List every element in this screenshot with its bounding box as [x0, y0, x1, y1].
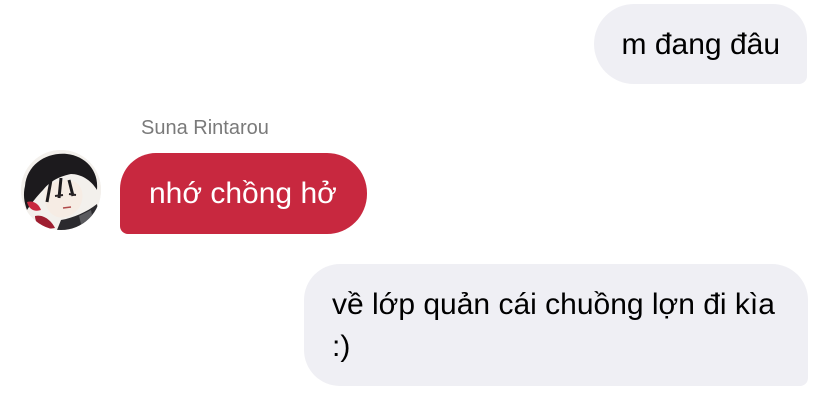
sender-name: Suna Rintarou [141, 117, 269, 139]
outgoing-message-bubble[interactable]: về lớp quản cái chuồng lợn đi kìa :) [304, 264, 808, 386]
message-text: m đang đâu [621, 28, 780, 61]
incoming-message-bubble[interactable]: nhớ chồng hở [120, 153, 367, 234]
avatar[interactable] [21, 150, 101, 230]
message-text: nhớ chồng hở [149, 177, 337, 210]
avatar-image [21, 150, 101, 230]
message-text: về lớp quản cái chuồng lợn đi kìa :) [332, 288, 775, 363]
outgoing-message-bubble[interactable]: m đang đâu [593, 4, 807, 84]
